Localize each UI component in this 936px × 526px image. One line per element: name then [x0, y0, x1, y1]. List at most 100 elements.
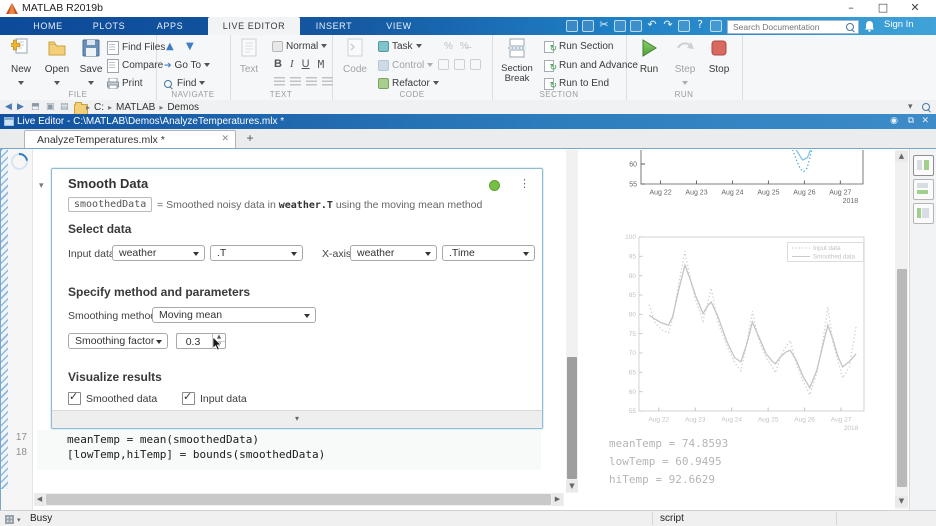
forward-icon[interactable]: ▶ — [17, 102, 24, 112]
stop-button[interactable]: Stop — [702, 38, 736, 75]
xaxis-data-select[interactable]: weather — [350, 245, 437, 261]
breadcrumb-matlab[interactable]: MATLAB — [116, 102, 155, 114]
smoothing-factor-select[interactable]: Smoothing factor — [68, 333, 168, 349]
editor-vscrollbar-thumb[interactable] — [567, 357, 577, 479]
close-button[interactable]: ✕ — [900, 0, 930, 16]
text-button[interactable]: Text — [234, 38, 264, 75]
tab-plots[interactable]: PLOTS — [78, 17, 140, 35]
run-section-button[interactable]: ↻ Run Section — [544, 40, 613, 53]
community-icon[interactable] — [710, 20, 722, 32]
task-menu-icon[interactable]: ⋮ — [519, 177, 530, 190]
copy-icon[interactable] — [614, 20, 626, 32]
browse-folder-icon[interactable]: ▣ — [46, 102, 55, 112]
help-icon[interactable]: ? — [694, 20, 706, 32]
task-button[interactable]: Task — [378, 40, 422, 53]
output-variable-chip[interactable]: smoothedData — [68, 197, 152, 212]
redo-icon[interactable]: ↷ — [662, 20, 674, 32]
code-line[interactable]: meanTemp = mean(smoothedData) — [67, 433, 259, 446]
show-actions-icon[interactable]: ◉ — [890, 116, 898, 126]
maximize-button[interactable]: □ — [868, 0, 898, 16]
open-button[interactable]: Open — [40, 38, 74, 93]
tab-insert[interactable]: INSERT — [300, 17, 368, 35]
layout-grid-icon[interactable] — [5, 515, 14, 524]
wrap-comments-icon[interactable] — [438, 59, 449, 70]
back-icon[interactable]: ◀ — [5, 102, 12, 112]
search-icon[interactable] — [846, 23, 854, 31]
input-field-select[interactable]: .T — [210, 245, 303, 261]
cut-icon[interactable]: ✂ — [598, 20, 610, 32]
editor-scroll-left-icon[interactable]: ◀ — [34, 493, 45, 506]
align-left-icon[interactable] — [306, 77, 317, 86]
document-tab[interactable]: AnalyzeTemperatures.mlx * ✕ — [24, 130, 236, 149]
output-vscrollbar-thumb[interactable] — [897, 269, 907, 487]
task-status-icon[interactable] — [489, 180, 500, 191]
output-side-by-side-button[interactable] — [913, 155, 934, 176]
new-dropdown-icon[interactable] — [18, 81, 24, 88]
xaxis-field-select[interactable]: .Time — [442, 245, 535, 261]
compare-button[interactable]: Compare — [107, 59, 163, 72]
documentation-search[interactable] — [727, 20, 859, 34]
bulleted-list-icon[interactable] — [274, 77, 285, 86]
notifications-bell-icon[interactable] — [864, 20, 875, 32]
layout-grid-dropdown-icon[interactable]: ▾ — [17, 516, 21, 524]
save-button[interactable]: Save — [74, 38, 108, 93]
panel-close-icon[interactable]: ✕ — [921, 116, 929, 126]
bold-button[interactable]: B — [274, 58, 282, 71]
code-button[interactable]: Code — [340, 38, 370, 75]
text-style-dropdown[interactable]: Normal — [272, 40, 327, 53]
toolbar-dropdown-icon[interactable]: ▾ — [908, 102, 913, 112]
goto-button[interactable]: ➔ Go To — [164, 59, 210, 72]
hide-code-button[interactable] — [913, 203, 934, 224]
tab-home[interactable]: HOME — [18, 17, 78, 35]
control-button[interactable]: Control — [378, 59, 433, 72]
recent-folders-icon[interactable]: ▤ — [60, 102, 69, 112]
task-collapse-bar[interactable]: ▾ — [52, 410, 542, 428]
numbered-list-icon[interactable] — [290, 77, 301, 86]
input-data-select[interactable]: weather — [112, 245, 205, 261]
step-button[interactable]: Step — [668, 38, 702, 93]
run-and-advance-button[interactable]: ↻ Run and Advance — [544, 59, 638, 72]
new-button[interactable]: New — [4, 38, 38, 93]
comment-icon[interactable]: % — [444, 41, 453, 52]
tab-apps[interactable]: APPS — [140, 17, 200, 35]
section-break-button[interactable]: Section Break — [496, 38, 538, 84]
up-one-level-icon[interactable]: ⬒ — [31, 102, 40, 112]
output-scroll-down-icon[interactable]: ▼ — [895, 496, 908, 507]
run-button[interactable]: Run — [632, 38, 666, 75]
underline-button[interactable]: U — [302, 58, 310, 71]
smoothing-method-select[interactable]: Moving mean — [152, 307, 316, 323]
toolbar-search-icon[interactable] — [922, 103, 930, 111]
section-collapse-icon[interactable]: ▾ — [39, 181, 44, 191]
tab-view[interactable]: VIEW — [368, 17, 430, 35]
open-dropdown-icon[interactable] — [54, 81, 60, 88]
editor-hscrollbar-thumb[interactable] — [46, 494, 551, 505]
print-button[interactable]: Print — [107, 77, 143, 90]
editor-scroll-down-icon[interactable]: ▼ — [566, 480, 578, 492]
switch-window-icon[interactable] — [678, 20, 690, 32]
find-button[interactable]: Find — [164, 77, 205, 90]
output-scroll-up-icon[interactable]: ▲ — [895, 151, 908, 162]
tab-live-editor[interactable]: LIVE EDITOR — [208, 17, 300, 35]
indent-icon[interactable] — [454, 59, 465, 70]
paste-icon[interactable] — [630, 20, 642, 32]
editor-scroll-right-icon[interactable]: ▶ — [552, 493, 563, 506]
tab-close-icon[interactable]: ✕ — [221, 134, 229, 144]
navigate-up-button[interactable]: ▲ — [166, 40, 174, 53]
sign-in-link[interactable]: Sign In — [884, 19, 914, 30]
run-to-end-button[interactable]: ↻ Run to End — [544, 77, 609, 90]
save-dropdown-icon[interactable] — [88, 81, 94, 88]
save-icon[interactable] — [582, 20, 594, 32]
smoothed-data-checkbox[interactable]: Smoothed data — [68, 392, 157, 405]
navigate-down-button[interactable]: ▼ — [186, 40, 194, 53]
search-input[interactable] — [731, 21, 845, 34]
breadcrumb-drive[interactable]: C: — [94, 102, 104, 114]
input-data-checkbox[interactable]: Input data — [182, 392, 247, 405]
outdent-icon[interactable] — [470, 59, 481, 70]
refactor-button[interactable]: Refactor — [378, 77, 439, 90]
minimize-button[interactable]: – — [836, 0, 866, 16]
monospace-button[interactable]: M — [318, 58, 325, 71]
code-line[interactable]: [lowTemp,hiTemp] = bounds(smoothedData) — [67, 448, 325, 461]
uncomment-icon[interactable]: %̶ — [460, 41, 469, 52]
italic-button[interactable]: I — [290, 58, 294, 71]
output-inline-button[interactable] — [913, 179, 934, 200]
